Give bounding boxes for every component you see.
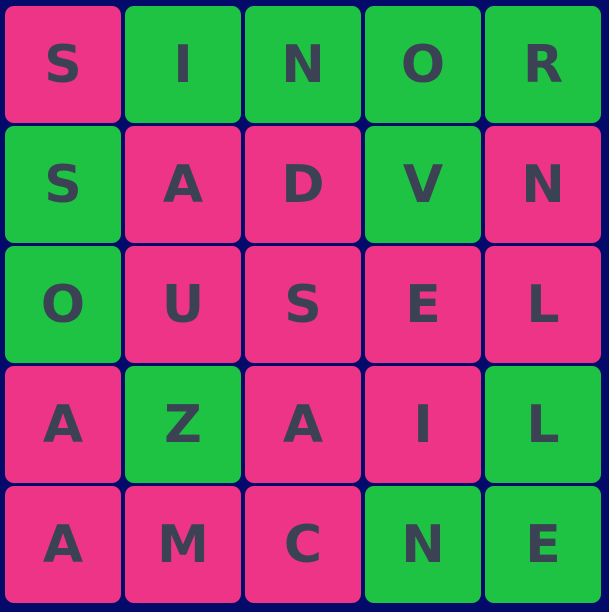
letter-tile[interactable]: N <box>485 126 601 243</box>
letter-tile[interactable]: E <box>365 246 481 363</box>
letter-tile[interactable]: N <box>365 486 481 603</box>
letter-tile[interactable]: U <box>125 246 241 363</box>
letter-tile[interactable]: R <box>485 6 601 123</box>
letter-tile[interactable]: M <box>125 486 241 603</box>
letter-tile[interactable]: S <box>245 246 361 363</box>
letter-grid: SINORSADVNOUSELAZAILAMCNE <box>5 6 604 606</box>
letter-tile[interactable]: C <box>245 486 361 603</box>
letter-tile[interactable]: A <box>245 366 361 483</box>
letter-tile[interactable]: A <box>5 366 121 483</box>
letter-grid-board: SINORSADVNOUSELAZAILAMCNE <box>0 0 609 612</box>
letter-tile[interactable]: Z <box>125 366 241 483</box>
letter-tile[interactable]: S <box>5 126 121 243</box>
letter-tile[interactable]: L <box>485 246 601 363</box>
letter-tile[interactable]: A <box>5 486 121 603</box>
letter-tile[interactable]: L <box>485 366 601 483</box>
letter-tile[interactable]: E <box>485 486 601 603</box>
letter-tile[interactable]: O <box>365 6 481 123</box>
letter-tile[interactable]: I <box>365 366 481 483</box>
letter-tile[interactable]: A <box>125 126 241 243</box>
letter-tile[interactable]: V <box>365 126 481 243</box>
letter-tile[interactable]: N <box>245 6 361 123</box>
letter-tile[interactable]: D <box>245 126 361 243</box>
letter-tile[interactable]: O <box>5 246 121 363</box>
letter-tile[interactable]: S <box>5 6 121 123</box>
letter-tile[interactable]: I <box>125 6 241 123</box>
